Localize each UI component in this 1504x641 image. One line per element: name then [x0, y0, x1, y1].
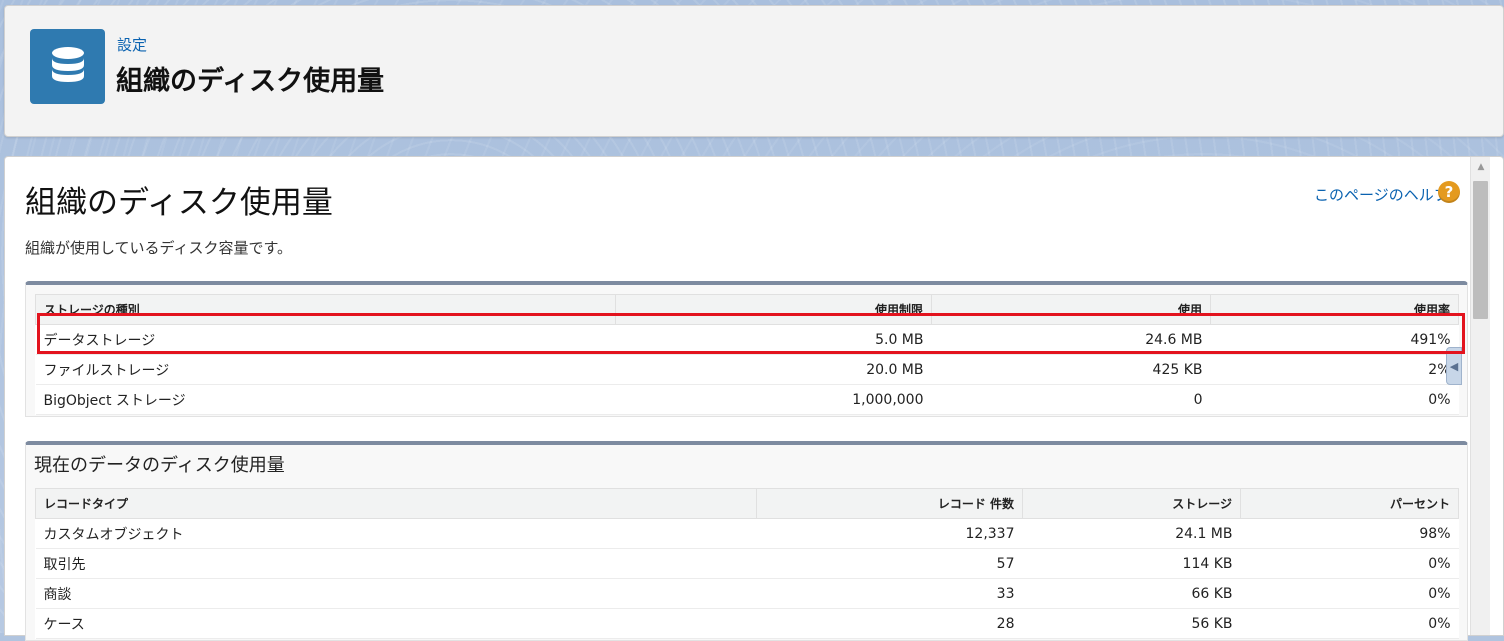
column-header[interactable]: レコードタイプ	[35, 488, 757, 519]
storage-type: BigObject ストレージ	[35, 384, 616, 415]
column-header[interactable]: ストレージ	[1022, 488, 1241, 519]
record-percent: 98%	[1240, 518, 1459, 549]
record-percent: 0%	[1240, 608, 1459, 639]
record-count: 57	[756, 548, 1023, 579]
record-type: ケース	[35, 608, 757, 639]
record-type: カスタムオブジェクト	[35, 518, 757, 549]
page-header: 設定 組織のディスク使用量	[4, 5, 1504, 137]
storage-percent: 2%	[1210, 354, 1459, 385]
record-storage: 66 KB	[1022, 578, 1241, 609]
data-usage-table: レコードタイプ レコード 件数 ストレージ パーセント カスタムオブジェクト 1…	[35, 488, 1459, 639]
column-header[interactable]: 使用	[931, 294, 1211, 325]
breadcrumb-setup[interactable]: 設定	[117, 34, 147, 55]
storage-used: 24.6 MB	[931, 324, 1211, 355]
storage-type: データストレージ	[35, 324, 616, 355]
storage-used: 425 KB	[931, 354, 1211, 385]
record-storage: 114 KB	[1022, 548, 1241, 579]
help-link[interactable]: このページのヘルプ	[1314, 184, 1449, 205]
column-header[interactable]: レコード 件数	[756, 488, 1023, 519]
table-row: カスタムオブジェクト 12,337 24.1 MB 98%	[35, 518, 1459, 549]
column-header[interactable]: 使用制限	[615, 294, 932, 325]
table-row: 商談 33 66 KB 0%	[35, 578, 1459, 609]
scroll-up-arrow-icon[interactable]: ▲	[1471, 157, 1491, 177]
column-header[interactable]: ストレージの種別	[35, 294, 616, 325]
storage-table: ストレージの種別 使用制限 使用 使用率 データストレージ 5.0 MB 24.…	[35, 294, 1459, 415]
record-storage: 56 KB	[1022, 608, 1241, 639]
data-usage-title: 現在のデータのディスク使用量	[34, 455, 285, 476]
table-row: データストレージ 5.0 MB 24.6 MB 491%	[35, 324, 1459, 355]
storage-limit: 1,000,000	[615, 384, 932, 415]
record-percent: 0%	[1240, 578, 1459, 609]
table-row: BigObject ストレージ 1,000,000 0 0%	[35, 384, 1459, 415]
collapse-tab[interactable]: ◀	[1446, 347, 1462, 385]
content-card: 組織のディスク使用量 組織が使用しているディスク容量です。 このページのヘルプ …	[4, 156, 1504, 641]
record-count: 28	[756, 608, 1023, 639]
page-title: 組織のディスク使用量	[25, 185, 333, 221]
data-usage-panel: 現在のデータのディスク使用量 レコードタイプ レコード 件数 ストレージ パーセ…	[25, 441, 1468, 641]
header-title: 組織のディスク使用量	[116, 66, 385, 97]
storage-limit: 20.0 MB	[615, 354, 932, 385]
storage-percent: 0%	[1210, 384, 1459, 415]
record-count: 33	[756, 578, 1023, 609]
question-icon[interactable]: ?	[1438, 181, 1460, 203]
record-type: 取引先	[35, 548, 757, 579]
storage-used: 0	[931, 384, 1211, 415]
table-header-row: レコードタイプ レコード 件数 ストレージ パーセント	[35, 488, 1459, 519]
record-type: 商談	[35, 578, 757, 609]
storage-percent: 491%	[1210, 324, 1459, 355]
scroll-thumb[interactable]	[1473, 181, 1488, 319]
record-count: 12,337	[756, 518, 1023, 549]
page-description: 組織が使用しているディスク容量です。	[25, 239, 293, 257]
record-storage: 24.1 MB	[1022, 518, 1241, 549]
storage-panel: ストレージの種別 使用制限 使用 使用率 データストレージ 5.0 MB 24.…	[25, 281, 1468, 417]
table-row: 取引先 57 114 KB 0%	[35, 548, 1459, 579]
storage-type: ファイルストレージ	[35, 354, 616, 385]
storage-limit: 5.0 MB	[615, 324, 932, 355]
table-header-row: ストレージの種別 使用制限 使用 使用率	[35, 294, 1459, 325]
vertical-scrollbar[interactable]: ▲	[1470, 157, 1490, 635]
record-percent: 0%	[1240, 548, 1459, 579]
column-header[interactable]: 使用率	[1210, 294, 1459, 325]
table-row: ファイルストレージ 20.0 MB 425 KB 2%	[35, 354, 1459, 385]
database-icon	[30, 29, 105, 104]
table-row: ケース 28 56 KB 0%	[35, 608, 1459, 639]
column-header[interactable]: パーセント	[1240, 488, 1459, 519]
